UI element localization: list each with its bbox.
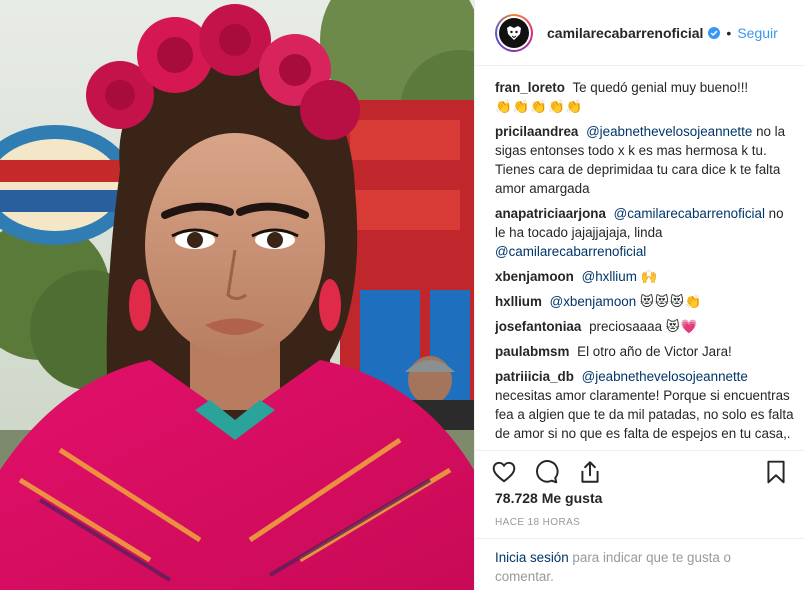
comment-item: anapatriciaarjona @camilarecabarrenofici… bbox=[495, 204, 797, 261]
comment-username[interactable]: anapatriciaarjona bbox=[495, 206, 606, 221]
comment-mention[interactable]: @jeabnethevelosojeannette bbox=[586, 124, 752, 139]
comment-item: patriiicia_db @jeabnethevelosojeannette … bbox=[495, 367, 797, 443]
panther-logo-icon bbox=[507, 25, 521, 40]
comment-mention[interactable]: @xbenjamoon bbox=[550, 294, 637, 309]
comment-emoji: 👏👏👏👏👏 bbox=[495, 99, 584, 114]
verified-badge-icon bbox=[708, 26, 721, 39]
comment-mention[interactable]: @jeabnethevelosojeannette bbox=[582, 369, 748, 384]
bookmark-icon[interactable] bbox=[763, 459, 789, 485]
comment-emoji: 🙌 bbox=[640, 269, 659, 284]
heart-icon[interactable] bbox=[491, 459, 517, 485]
comment-item: josefantoniaa preciosaaaa 😻💗 bbox=[495, 317, 797, 336]
login-link[interactable]: Inicia sesión bbox=[495, 550, 569, 565]
comment-text: Te quedó genial muy bueno!!! bbox=[572, 80, 749, 95]
comment-text: necesitas amor claramente! Porque si enc… bbox=[495, 388, 794, 441]
avatar-image bbox=[499, 17, 529, 48]
comment-username[interactable]: hxllium bbox=[495, 294, 542, 309]
comment-list: fran_loreto Te quedó genial muy bueno!!!… bbox=[495, 78, 797, 448]
comment-item: pricilaandrea @jeabnethevelosojeannette … bbox=[495, 122, 797, 198]
login-prompt: Inicia sesión para indicar que te gusta … bbox=[475, 538, 805, 590]
comment-username[interactable]: josefantoniaa bbox=[495, 319, 581, 334]
separator-dot: • bbox=[726, 24, 732, 41]
comment-username[interactable]: paulabmsm bbox=[495, 344, 569, 359]
comment-item: xbenjamoon @hxllium 🙌 bbox=[495, 267, 797, 286]
post-username[interactable]: camilarecabarrenoficial bbox=[547, 25, 703, 41]
comment-username[interactable]: fran_loreto bbox=[495, 80, 565, 95]
comment-text: preciosaaaa bbox=[589, 319, 663, 334]
comment-username[interactable]: pricilaandrea bbox=[495, 124, 578, 139]
comment-username[interactable]: patriiicia_db bbox=[495, 369, 574, 384]
avatar-frame bbox=[497, 15, 531, 50]
action-bar bbox=[475, 450, 805, 490]
like-count[interactable]: 78.728 Me gusta bbox=[495, 490, 602, 506]
comment-icon[interactable] bbox=[533, 459, 559, 485]
comment-emoji: 😻💗 bbox=[665, 319, 699, 334]
comment-emoji: 😻😻😻👏 bbox=[639, 294, 703, 309]
share-icon[interactable] bbox=[577, 459, 603, 485]
comment-mention[interactable]: @camilarecabarrenoficial bbox=[614, 206, 765, 221]
post-photo bbox=[0, 0, 474, 590]
post-header: camilarecabarrenoficial • Seguir bbox=[475, 0, 805, 66]
comment-mention[interactable]: @hxllium bbox=[582, 269, 637, 284]
comment-username[interactable]: xbenjamoon bbox=[495, 269, 574, 284]
post-side-panel: camilarecabarrenoficial • Seguir fran_lo… bbox=[474, 0, 805, 590]
post-timestamp: HACE 18 HORAS bbox=[495, 517, 581, 528]
comment-item: hxllium @xbenjamoon 😻😻😻👏 bbox=[495, 292, 797, 311]
comment-item: paulabmsm El otro año de Victor Jara! bbox=[495, 342, 797, 361]
avatar[interactable] bbox=[495, 13, 533, 52]
portrait-illustration bbox=[0, 0, 474, 590]
follow-button[interactable]: Seguir bbox=[737, 25, 777, 41]
comment-mention[interactable]: @camilarecabarrenoficial bbox=[495, 244, 646, 259]
comment-item: fran_loreto Te quedó genial muy bueno!!!… bbox=[495, 78, 797, 116]
comment-text: El otro año de Victor Jara! bbox=[577, 344, 732, 359]
